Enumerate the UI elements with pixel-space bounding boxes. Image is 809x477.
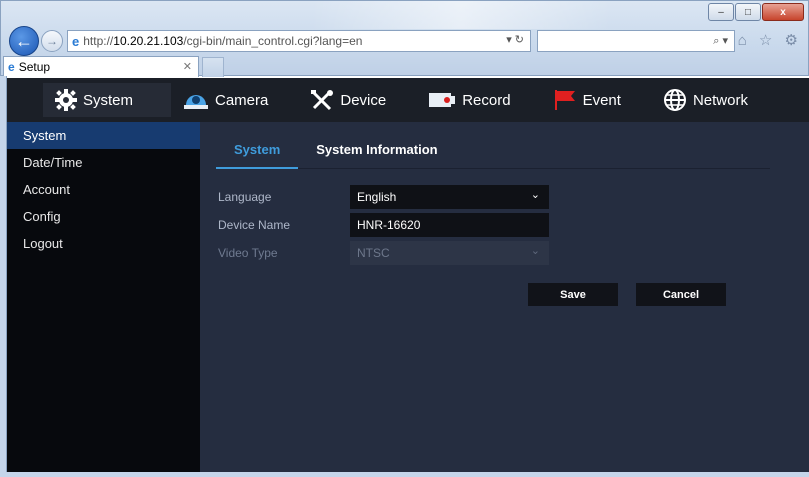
video-type-label: Video Type <box>218 246 278 260</box>
ie-tab-icon: e <box>8 60 15 74</box>
nav-network-label: Network <box>692 91 748 109</box>
camera-icon <box>183 89 209 111</box>
record-icon <box>428 90 456 110</box>
close-window-button[interactable]: x <box>762 3 804 21</box>
toolbar-icons[interactable]: ⌂ ☆ ⚙ <box>738 31 802 49</box>
top-navigation: System Camera Device Record Event Networ… <box>7 78 809 122</box>
save-button[interactable]: Save <box>528 283 618 306</box>
nav-device[interactable]: Device <box>298 83 398 117</box>
device-name-row: Device Name HNR-16620 <box>218 213 549 237</box>
sidebar: System Date/Time Account Config Logout <box>7 122 200 472</box>
address-bar[interactable]: e http://10.20.21.103/cgi-bin/main_contr… <box>67 30 531 52</box>
language-row: Language English ⌄ <box>218 185 549 209</box>
content-tabs: System System Information <box>216 138 770 169</box>
sidebar-item-date-time[interactable]: Date/Time <box>7 149 200 176</box>
window-controls: – □ x <box>707 3 804 21</box>
cancel-button[interactable]: Cancel <box>636 283 726 306</box>
maximize-button[interactable]: □ <box>735 3 761 21</box>
video-type-select: NTSC ⌄ <box>350 241 549 265</box>
back-button[interactable]: ← <box>9 26 39 56</box>
nav-camera-label: Camera <box>215 91 269 109</box>
nav-event[interactable]: Event <box>541 83 633 117</box>
arrow-left-icon: ← <box>15 30 33 51</box>
sidebar-item-account[interactable]: Account <box>7 176 200 203</box>
device-name-label: Device Name <box>218 218 291 232</box>
globe-icon <box>663 88 687 112</box>
language-select[interactable]: English ⌄ <box>350 185 549 209</box>
language-label: Language <box>218 190 272 204</box>
device-name-value: HNR-16620 <box>357 218 421 232</box>
arrow-right-icon: → <box>46 34 58 48</box>
nav-record-label: Record <box>462 91 511 109</box>
tab-system[interactable]: System <box>216 138 299 169</box>
sidebar-item-system[interactable]: System <box>7 122 200 149</box>
browser-tab[interactable]: e Setup ✕ <box>3 56 199 77</box>
chevron-down-icon: ⌄ <box>530 245 540 257</box>
flag-icon <box>553 88 577 112</box>
address-host: 10.20.21.103 <box>113 34 184 48</box>
nav-network[interactable]: Network <box>651 83 760 117</box>
window-frame-bottom <box>0 472 809 477</box>
minimize-button[interactable]: – <box>708 3 734 21</box>
new-tab-button[interactable] <box>202 57 224 77</box>
close-tab-icon[interactable]: ✕ <box>183 60 192 73</box>
title-bar-highlight <box>311 1 611 29</box>
tools-icon <box>310 89 334 111</box>
browser-chrome: – □ x ← → e http://10.20.21.103/cgi-bin/… <box>0 0 809 77</box>
search-icon[interactable]: ⌕ ▾ <box>713 34 728 48</box>
address-path: /cgi-bin/main_control.cgi?lang=en <box>183 34 363 48</box>
gear-icon <box>55 89 77 111</box>
sidebar-item-logout[interactable]: Logout <box>7 230 200 257</box>
main-panel: System System Information Language Engli… <box>200 122 809 472</box>
nav-record[interactable]: Record <box>416 83 522 117</box>
tab-system-information[interactable]: System Information <box>298 138 455 169</box>
address-prefix: http:// <box>83 34 114 48</box>
refresh-controls[interactable]: ▾ ↻ <box>506 33 524 46</box>
sidebar-item-config[interactable]: Config <box>7 203 200 230</box>
ie-page-icon: e <box>72 33 80 49</box>
language-value: English <box>357 190 397 204</box>
nav-camera[interactable]: Camera <box>171 83 280 117</box>
video-type-row: Video Type NTSC ⌄ <box>218 241 549 265</box>
video-type-value: NTSC <box>357 246 390 260</box>
nav-system[interactable]: System <box>43 83 171 117</box>
search-input[interactable]: ⌕ ▾ <box>537 30 735 52</box>
forward-button[interactable]: → <box>41 30 63 52</box>
chevron-down-icon: ⌄ <box>530 189 540 201</box>
nav-system-label: System <box>83 91 134 109</box>
nav-event-label: Event <box>582 91 621 109</box>
device-name-field[interactable]: HNR-16620 <box>350 213 549 237</box>
window-frame-left <box>0 76 7 477</box>
tab-title: Setup <box>18 60 51 74</box>
nav-device-label: Device <box>340 91 387 109</box>
